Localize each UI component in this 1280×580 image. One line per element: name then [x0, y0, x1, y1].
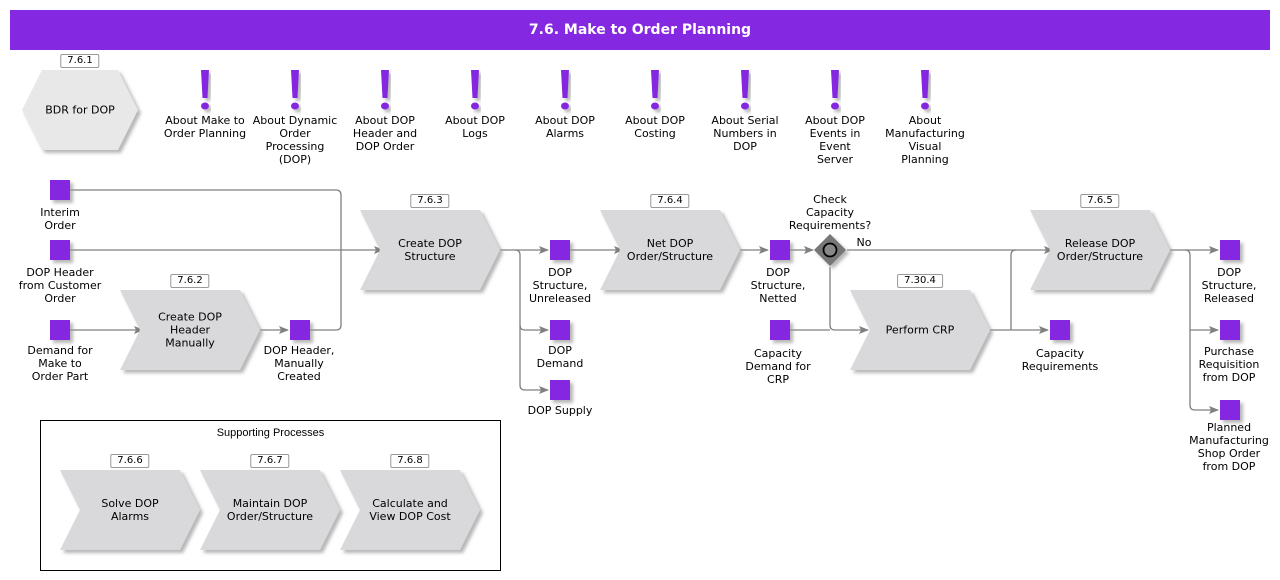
structure-netted-label: DOP Structure, Netted: [750, 266, 806, 305]
create-header-number: 7.6.2: [170, 274, 210, 288]
capacity-requirements-label: Capacity Requirements: [1021, 347, 1099, 373]
data-object-interim-order[interactable]: [50, 180, 70, 200]
exclamation-icon[interactable]: [201, 70, 209, 110]
demand-mto-label: Demand for Make to Order Part: [27, 344, 93, 383]
about-item-label[interactable]: About Make to Order Planning: [164, 114, 246, 140]
create-structure-number: 7.6.3: [410, 194, 450, 208]
exclamation-icon[interactable]: [291, 70, 299, 110]
gateway-label: Check Capacity Requirements?: [788, 193, 872, 232]
about-item-label[interactable]: About DOP Logs: [445, 114, 505, 140]
dop-supply-label: DOP Supply: [527, 404, 593, 417]
process-release-dop-order[interactable]: [1030, 210, 1170, 290]
maintain-order-number: 7.6.7: [250, 454, 290, 468]
process-create-dop-header[interactable]: [120, 290, 260, 370]
gateway-check-capacity[interactable]: [814, 234, 846, 266]
process-net-dop-order[interactable]: [600, 210, 740, 290]
net-order-number: 7.6.4: [650, 194, 690, 208]
bdr-hexagon[interactable]: [22, 70, 138, 150]
purchase-requisition-label: Purchase Requisition from DOP: [1198, 345, 1260, 384]
solve-alarms-number: 7.6.6: [110, 454, 150, 468]
connector-manual-header: [310, 250, 342, 331]
about-item-label[interactable]: About DOP Events in Event Server: [805, 114, 865, 166]
data-object-purchase-requisition[interactable]: [1220, 320, 1240, 340]
supporting-processes-title: Supporting Processes: [216, 427, 325, 439]
process-perform-crp[interactable]: [850, 290, 990, 370]
about-item-label[interactable]: About DOP Header and DOP Order: [353, 114, 417, 153]
supporting-processes-box: Supporting Processes: [40, 420, 501, 571]
bdr-number-badge: 7.6.1: [60, 54, 100, 68]
exclamation-icon[interactable]: [381, 70, 389, 110]
about-item-label[interactable]: About Manufacturing Visual Planning: [885, 114, 965, 166]
capacity-demand-label: Capacity Demand for CRP: [745, 347, 811, 386]
structure-released-label: DOP Structure, Released: [1201, 266, 1257, 305]
about-item-label[interactable]: About Serial Numbers in DOP: [711, 114, 778, 153]
data-object-capacity-demand[interactable]: [770, 320, 790, 340]
dop-header-customer-label: DOP Header from Customer Order: [18, 266, 102, 305]
data-object-planned-shop-order[interactable]: [1220, 400, 1240, 420]
connector-interim-order: [70, 189, 342, 250]
exclamation-icon[interactable]: [471, 70, 479, 110]
data-object-structure-unreleased[interactable]: [550, 240, 570, 260]
planned-shop-order-label: Planned Manufacturing Shop Order from DO…: [1189, 421, 1269, 473]
perform-crp-number: 7.30.4: [897, 274, 943, 288]
dop-demand-label: DOP Demand: [536, 344, 584, 370]
data-object-dop-demand[interactable]: [550, 320, 570, 340]
exclamation-icon[interactable]: [921, 70, 929, 110]
release-order-number: 7.6.5: [1080, 194, 1120, 208]
data-object-capacity-requirements[interactable]: [1050, 320, 1070, 340]
about-item-label[interactable]: About DOP Costing: [625, 114, 685, 140]
exclamation-icon[interactable]: [651, 70, 659, 110]
exclamation-icon[interactable]: [741, 70, 749, 110]
process-create-dop-structure[interactable]: [360, 210, 500, 290]
data-object-structure-released[interactable]: [1220, 240, 1240, 260]
connector-crp-to-release: [1010, 249, 1017, 330]
data-object-demand-mto[interactable]: [50, 320, 70, 340]
data-object-dop-supply[interactable]: [550, 380, 570, 400]
structure-unreleased-label: DOP Structure, Unreleased: [528, 266, 592, 305]
data-object-structure-netted[interactable]: [770, 240, 790, 260]
exclamation-icon[interactable]: [561, 70, 569, 110]
about-item-label[interactable]: About Dynamic Order Processing (DOP): [253, 114, 338, 166]
interim-order-label: Interim Order: [40, 206, 80, 232]
exclamation-icon[interactable]: [831, 70, 839, 110]
data-object-dop-header-manual[interactable]: [290, 320, 310, 340]
gateway-circle-icon: [822, 242, 838, 258]
data-object-dop-header-customer[interactable]: [50, 240, 70, 260]
about-item-label[interactable]: About DOP Alarms: [535, 114, 595, 140]
calculate-cost-number: 7.6.8: [390, 454, 430, 468]
gateway-no-label: No: [856, 236, 872, 249]
dop-header-manual-label: DOP Header, Manually Created: [263, 344, 335, 383]
